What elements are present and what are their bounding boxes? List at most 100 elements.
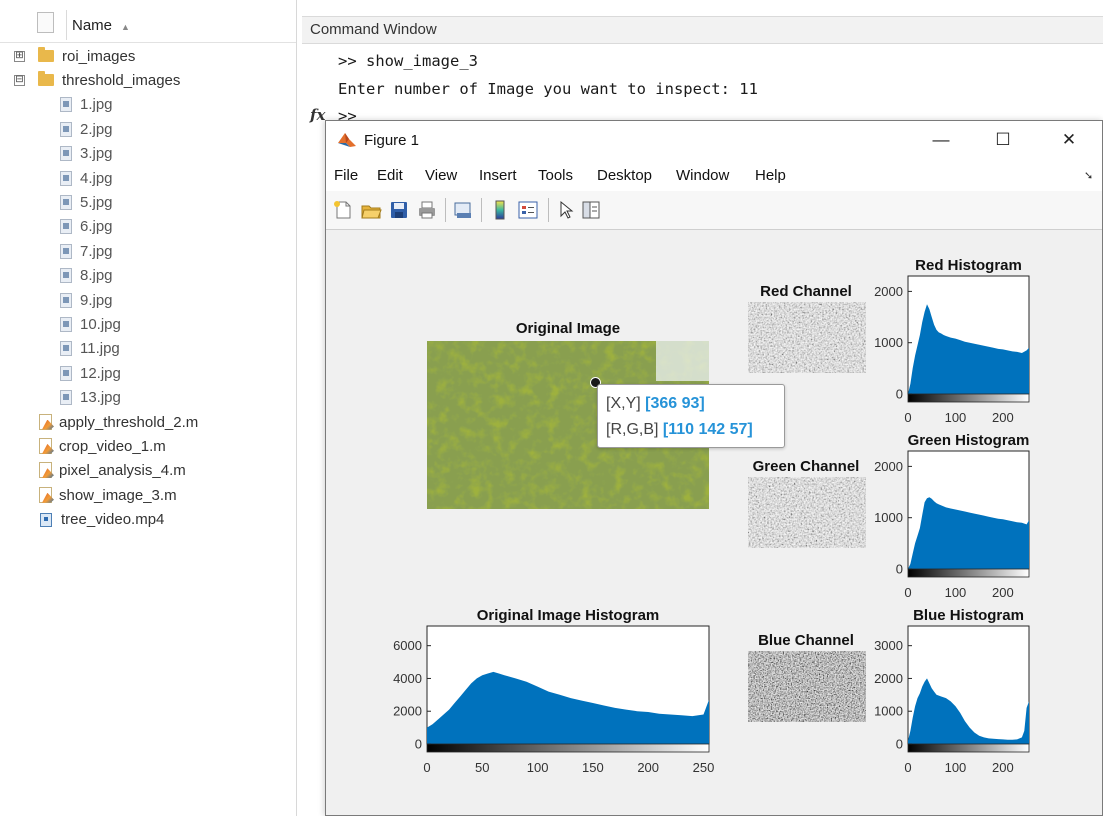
x-tick-label: 200 (992, 760, 1014, 775)
file-item[interactable]: 1.jpg (60, 94, 113, 116)
image-file-icon (60, 390, 72, 406)
file-item[interactable]: 11.jpg (60, 338, 120, 360)
figure-window[interactable]: Figure 1 — ☐ ✕ File Edit View Insert Too… (325, 120, 1103, 816)
file-name-label: 1.jpg (80, 96, 113, 114)
close-button[interactable]: ✕ (1046, 125, 1092, 155)
file-item[interactable]: show_image_3.m (38, 484, 177, 506)
file-item[interactable]: tree_video.mp4 (40, 509, 164, 531)
file-item[interactable]: apply_threshold_2.m (38, 411, 198, 433)
function-browser-icon[interactable]: fx (310, 106, 325, 124)
file-item[interactable]: pixel_analysis_4.m (38, 460, 186, 482)
image-file-icon (60, 268, 72, 284)
minimize-button[interactable]: — (918, 125, 964, 155)
menu-tools[interactable]: Tools (538, 167, 573, 184)
pointer-icon[interactable] (555, 199, 577, 221)
x-tick-label: 0 (423, 760, 430, 775)
file-browser-header[interactable]: Name ▲ (0, 8, 296, 43)
figure-titlebar[interactable]: Figure 1 — ☐ ✕ (326, 121, 1102, 159)
sort-ascending-icon: ▲ (121, 22, 130, 32)
file-item[interactable]: 2.jpg (60, 118, 113, 140)
toolbar-separator (548, 198, 549, 222)
menu-help[interactable]: Help (755, 167, 786, 184)
file-item[interactable]: 10.jpg (60, 313, 121, 335)
blue-channel-image[interactable] (748, 651, 866, 722)
toolbar-separator (445, 198, 446, 222)
x-tick-label: 200 (637, 760, 659, 775)
new-figure-icon[interactable] (332, 199, 354, 221)
y-tick-label: 2000 (874, 459, 903, 474)
file-name-label: tree_video.mp4 (61, 511, 165, 529)
column-divider (66, 10, 67, 40)
save-icon[interactable] (388, 199, 410, 221)
y-tick-label: 1000 (874, 704, 903, 719)
name-column-header[interactable]: Name (72, 17, 112, 34)
file-item[interactable]: 9.jpg (60, 289, 113, 311)
red-channel-title: Red Channel (760, 283, 852, 300)
file-name-label: 4.jpg (80, 169, 113, 187)
green-channel-image[interactable] (748, 477, 866, 548)
datatip[interactable]: [X,Y] [366 93] [R,G,B] [110 142 57] (597, 384, 785, 448)
file-item[interactable]: 13.jpg (60, 387, 121, 409)
file-name-label: 3.jpg (80, 145, 113, 163)
image-file-icon (60, 170, 72, 186)
menu-insert[interactable]: Insert (479, 167, 517, 184)
file-name-label: roi_images (62, 47, 136, 65)
y-tick-label: 2000 (874, 284, 903, 299)
menu-file[interactable]: File (334, 167, 358, 184)
file-item[interactable]: 3.jpg (60, 143, 113, 165)
x-tick-label: 100 (527, 760, 549, 775)
red-histogram[interactable]: Red Histogram 0 1000 2000 0 100 200 (874, 257, 1030, 425)
tree-expander-icon[interactable]: ⊟ (14, 75, 25, 87)
y-tick-label: 0 (896, 387, 903, 402)
x-tick-label: 0 (904, 410, 911, 425)
file-item[interactable]: 12.jpg (60, 362, 121, 384)
figure-title: Figure 1 (364, 132, 420, 149)
green-channel-title: Green Channel (753, 458, 860, 475)
link-plot-icon[interactable] (452, 199, 474, 221)
blue-channel-title: Blue Channel (758, 632, 854, 649)
open-file-icon[interactable] (360, 199, 382, 221)
y-tick-label: 6000 (393, 638, 422, 653)
file-item[interactable]: 8.jpg (60, 265, 113, 287)
tree-expander-icon[interactable]: ⊞ (14, 51, 25, 62)
legend-icon[interactable] (517, 199, 539, 221)
matlab-logo-icon (338, 133, 356, 147)
matlab-script-icon (38, 462, 54, 479)
menu-edit[interactable]: Edit (377, 167, 403, 184)
toolbar-separator (481, 198, 482, 222)
menu-desktop[interactable]: Desktop (597, 167, 652, 184)
blue-histogram[interactable]: Blue Histogram 0 1000 2000 3000 0 100 200 (874, 607, 1030, 775)
property-inspector-icon[interactable] (580, 199, 602, 221)
file-name-label: apply_threshold_2.m (59, 413, 199, 431)
x-tick-label: 50 (475, 760, 489, 775)
command-line-2: Enter number of Image you want to inspec… (338, 80, 758, 98)
original-image-histogram[interactable]: Original Image Histogram 0 2000 4000 6000 0 50… (393, 607, 714, 775)
file-item[interactable]: 7.jpg (60, 240, 113, 262)
menu-view[interactable]: View (425, 167, 457, 184)
x-tick-label: 0 (904, 585, 911, 600)
colorbar-icon[interactable] (489, 199, 511, 221)
file-name-label: 6.jpg (80, 218, 113, 236)
file-item[interactable]: 4.jpg (60, 167, 113, 189)
menu-overflow-icon[interactable]: ➘ (1084, 169, 1093, 182)
datatip-rgb-label: [R,G,B] (606, 421, 659, 438)
file-name-label: show_image_3.m (59, 486, 177, 504)
figure-plot-area[interactable]: Original Image Red Channel Green Channel… (326, 229, 1102, 815)
file-item[interactable]: 6.jpg (60, 216, 113, 238)
figure-menubar: File Edit View Insert Tools Desktop Wind… (326, 159, 1102, 192)
folder-item[interactable]: ⊟ threshold_images (14, 69, 180, 91)
image-file-icon (60, 97, 72, 113)
menu-window[interactable]: Window (676, 167, 729, 184)
file-item[interactable]: crop_video_1.m (38, 435, 166, 457)
y-tick-label: 1000 (874, 335, 903, 350)
file-name-label: 7.jpg (80, 242, 113, 260)
red-channel-image[interactable] (748, 302, 866, 373)
folder-item[interactable]: ⊞ roi_images (14, 45, 136, 67)
print-icon[interactable] (416, 199, 438, 221)
green-histogram[interactable]: Green Histogram 0 1000 2000 0 100 200 (874, 432, 1030, 600)
image-file-icon (60, 341, 72, 357)
maximize-button[interactable]: ☐ (980, 125, 1026, 155)
file-item[interactable]: 5.jpg (60, 191, 113, 213)
matlab-script-icon (38, 437, 54, 455)
y-tick-label: 0 (896, 737, 903, 752)
